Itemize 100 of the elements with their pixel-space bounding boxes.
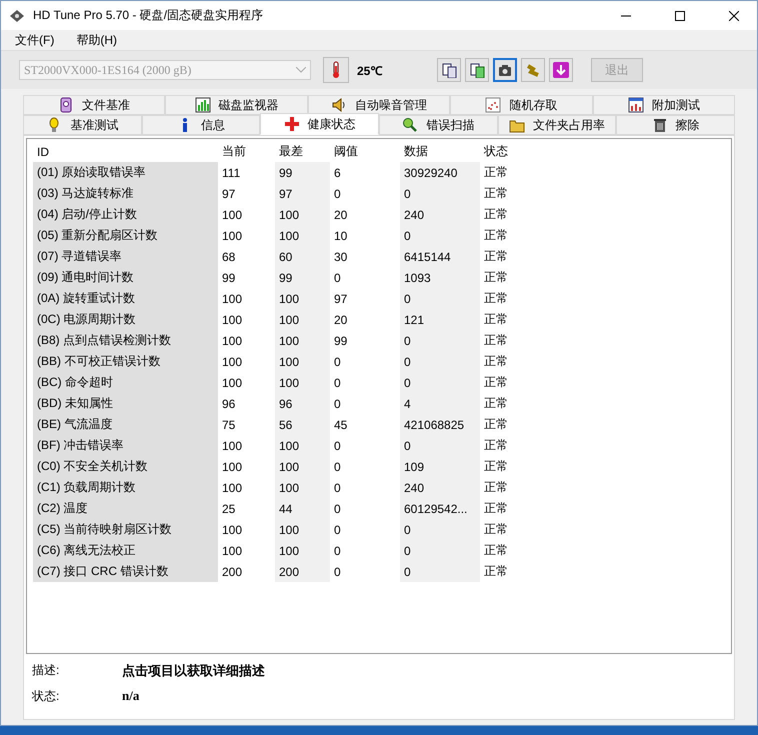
table-cell: (0A) 旋转重试计数 bbox=[33, 288, 218, 309]
tab[interactable]: 基准测试 bbox=[23, 115, 142, 135]
window-title: HD Tune Pro 5.70 - 硬盘/固态硬盘实用程序 bbox=[33, 7, 264, 24]
column-header[interactable]: 当前 bbox=[218, 141, 275, 162]
menu-item[interactable]: 文件(F) bbox=[15, 32, 54, 48]
table-cell: (B8) 点到点错误检测计数 bbox=[33, 330, 218, 351]
table-cell: 100 bbox=[275, 477, 330, 498]
table-cell: 正常 bbox=[480, 372, 544, 393]
table-cell: 0 bbox=[330, 372, 400, 393]
table-cell: (01) 原始读取错误率 bbox=[33, 162, 218, 183]
bar-chart-icon bbox=[194, 97, 211, 113]
table-cell: 100 bbox=[275, 309, 330, 330]
table-cell: 100 bbox=[218, 372, 275, 393]
table-cell: 45 bbox=[330, 414, 400, 435]
table-cell: (BC) 命令超时 bbox=[33, 372, 218, 393]
table-cell: 正常 bbox=[480, 393, 544, 414]
table-cell: 96 bbox=[218, 393, 275, 414]
table-cell: 68 bbox=[218, 246, 275, 267]
table-cell: 0 bbox=[330, 183, 400, 204]
tab[interactable]: 擦除 bbox=[616, 115, 736, 135]
tab[interactable]: 信息 bbox=[142, 115, 260, 135]
table-cell: 0 bbox=[400, 288, 480, 309]
table-cell: 97 bbox=[330, 288, 400, 309]
table-cell: 正常 bbox=[480, 330, 544, 351]
table-cell: 0 bbox=[400, 435, 480, 456]
table-cell: 100 bbox=[218, 519, 275, 540]
tab[interactable]: 附加测试 bbox=[592, 95, 736, 115]
table-cell: 30 bbox=[330, 246, 400, 267]
table-cell: 6415144 bbox=[400, 246, 480, 267]
toolbar-button[interactable] bbox=[437, 58, 461, 82]
tab[interactable]: 磁盘监视器 bbox=[165, 95, 308, 115]
table-cell: 4 bbox=[400, 393, 480, 414]
table-cell: 100 bbox=[218, 435, 275, 456]
table-cell: 100 bbox=[275, 372, 330, 393]
table-cell: 100 bbox=[218, 204, 275, 225]
table-cell: 正常 bbox=[480, 351, 544, 372]
tab[interactable]: 文件夹占用率 bbox=[498, 115, 616, 135]
table-cell: 0 bbox=[400, 519, 480, 540]
table-cell: 96 bbox=[275, 393, 330, 414]
plus-cross-icon bbox=[284, 116, 300, 132]
toolbar-button[interactable] bbox=[465, 58, 489, 82]
table-cell: 100 bbox=[275, 288, 330, 309]
table-cell: 正常 bbox=[480, 225, 544, 246]
close-icon bbox=[729, 10, 739, 20]
table-cell: 100 bbox=[218, 288, 275, 309]
table-cell: 正常 bbox=[480, 498, 544, 519]
table-cell: 99 bbox=[275, 162, 330, 183]
toolbar-button[interactable] bbox=[493, 58, 517, 82]
table-cell: (BD) 未知属性 bbox=[33, 393, 218, 414]
column-header[interactable]: ID bbox=[33, 141, 218, 162]
menu-item[interactable]: 帮助(H) bbox=[76, 32, 117, 48]
temperature: 25℃ bbox=[357, 62, 384, 78]
table-cell: (C2) 温度 bbox=[33, 498, 218, 519]
maximize-icon bbox=[675, 10, 685, 20]
table-cell: 0 bbox=[330, 351, 400, 372]
table-cell: 121 bbox=[400, 309, 480, 330]
table-cell: 100 bbox=[275, 225, 330, 246]
table-cell: 99 bbox=[275, 267, 330, 288]
detail-value: 点击项目以获取详细描述 bbox=[122, 662, 266, 680]
table-cell: 0 bbox=[330, 519, 400, 540]
column-header[interactable]: 阈值 bbox=[330, 141, 400, 162]
table-cell: (C1) 负载周期计数 bbox=[33, 477, 218, 498]
table-cell: 200 bbox=[275, 561, 330, 582]
table-cell: 0 bbox=[330, 540, 400, 561]
table-cell: 100 bbox=[275, 456, 330, 477]
column-header[interactable]: 数据 bbox=[400, 141, 480, 162]
column-header[interactable]: 最差 bbox=[275, 141, 330, 162]
scatter-chart-icon bbox=[485, 97, 502, 113]
table-cell: 正常 bbox=[480, 414, 544, 435]
toolbar-button[interactable] bbox=[549, 58, 573, 82]
table-cell: 100 bbox=[218, 330, 275, 351]
download-icon bbox=[553, 62, 569, 78]
tab[interactable]: 自动噪音管理 bbox=[308, 95, 450, 115]
table-cell: (C5) 当前待映射扇区计数 bbox=[33, 519, 218, 540]
tab[interactable]: 错误扫描 bbox=[379, 115, 498, 135]
speaker-icon bbox=[331, 97, 348, 113]
tab[interactable]: 健康状态 bbox=[260, 113, 380, 135]
table-cell: 0 bbox=[330, 498, 400, 519]
table-cell: (C7) 接口 CRC 错误计数 bbox=[33, 561, 218, 582]
table-cell: 100 bbox=[275, 351, 330, 372]
tab[interactable]: 文件基准 bbox=[23, 95, 166, 115]
table-cell: 30929240 bbox=[400, 162, 480, 183]
table-cell: 97 bbox=[218, 183, 275, 204]
tab[interactable]: 随机存取 bbox=[450, 95, 593, 115]
table-cell: (03) 马达旋转标准 bbox=[33, 183, 218, 204]
chevron-down-icon bbox=[296, 67, 306, 73]
table-cell: 100 bbox=[218, 351, 275, 372]
table-cell: 0 bbox=[330, 456, 400, 477]
table-cell: 97 bbox=[275, 183, 330, 204]
table-cell: 正常 bbox=[480, 288, 544, 309]
table-cell: (07) 寻道错误率 bbox=[33, 246, 218, 267]
column-header[interactable]: 状态 bbox=[480, 141, 544, 162]
table-cell: 75 bbox=[218, 414, 275, 435]
table-cell: 10 bbox=[330, 225, 400, 246]
table-cell: 正常 bbox=[480, 519, 544, 540]
table-cell: 100 bbox=[218, 225, 275, 246]
table-cell: 44 bbox=[275, 498, 330, 519]
table-cell: 0 bbox=[400, 183, 480, 204]
table-cell: 100 bbox=[275, 540, 330, 561]
table-cell: 100 bbox=[275, 519, 330, 540]
